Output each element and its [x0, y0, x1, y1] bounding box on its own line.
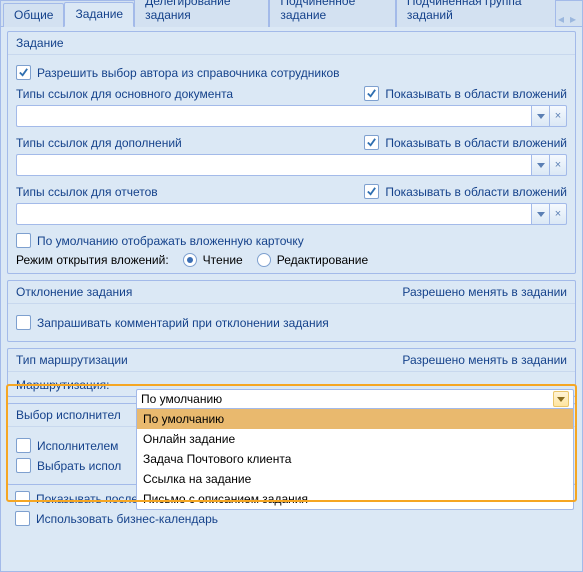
- label-allow-author: Разрешить выбор автора из справочника со…: [37, 66, 340, 80]
- checkbox-show-last-exec[interactable]: [15, 491, 30, 506]
- section-reject-note: Разрешено менять в задании: [402, 285, 567, 299]
- label-by-executor: Исполнителем: [37, 439, 118, 453]
- checkbox-ask-comment[interactable]: [16, 315, 31, 330]
- radio-open-edit[interactable]: [257, 253, 271, 267]
- open-mode-caption: Режим открытия вложений:: [16, 253, 169, 267]
- route-dropdown-list: По умолчанию Онлайн задание Задача Почто…: [136, 409, 574, 510]
- section-reject-title: Отклонение задания: [16, 285, 132, 299]
- route-select-value: По умолчанию: [141, 392, 222, 406]
- label-group1-show: Показывать в области вложений: [385, 136, 567, 150]
- section-task-title: Задание: [16, 36, 64, 50]
- route-option-0[interactable]: По умолчанию: [137, 409, 573, 429]
- section-exec-title: Выбор исполнител: [16, 408, 121, 422]
- route-option-1[interactable]: Онлайн задание: [137, 429, 573, 449]
- chevron-down-icon: [537, 163, 545, 168]
- route-select[interactable]: По умолчанию: [136, 389, 574, 409]
- checkbox-group0-show[interactable]: [364, 86, 379, 101]
- combo-group0[interactable]: [16, 105, 531, 127]
- combo-group2-dropdown-button[interactable]: [531, 203, 549, 225]
- chevron-down-icon: [537, 114, 545, 119]
- label-show-nested-card: По умолчанию отображать вложенную карточ…: [37, 234, 304, 248]
- checkbox-allow-author[interactable]: [16, 65, 31, 80]
- section-route-note: Разрешено менять в задании: [402, 353, 567, 367]
- combo-group2-clear-button[interactable]: ×: [549, 203, 567, 225]
- checkbox-pick-executor[interactable]: [16, 458, 31, 473]
- checkbox-biz-calendar[interactable]: [15, 511, 30, 526]
- combo-group0-clear-button[interactable]: ×: [549, 105, 567, 127]
- check-icon: [366, 137, 377, 148]
- label-open-edit: Редактирование: [277, 253, 368, 267]
- route-field-label: Маршрутизация:: [16, 378, 126, 392]
- chevron-down-icon: [557, 397, 565, 402]
- route-dropdown: По умолчанию По умолчанию Онлайн задание…: [136, 389, 574, 510]
- close-icon: ×: [555, 160, 561, 171]
- label-pick-executor: Выбрать испол: [37, 459, 121, 473]
- combo-group1-clear-button[interactable]: ×: [549, 154, 567, 176]
- combo-group0-dropdown-button[interactable]: [531, 105, 549, 127]
- combo-group1[interactable]: [16, 154, 531, 176]
- section-task: Задание Разрешить выбор автора из справо…: [7, 31, 576, 274]
- check-icon: [366, 88, 377, 99]
- checkbox-by-executor[interactable]: [16, 438, 31, 453]
- chevron-down-icon: [537, 212, 545, 217]
- radio-open-read[interactable]: [183, 253, 197, 267]
- close-icon: ×: [555, 111, 561, 122]
- combo-group2[interactable]: [16, 203, 531, 225]
- group1-title: Типы ссылок для дополнений: [16, 136, 182, 150]
- route-select-button[interactable]: [553, 391, 569, 407]
- route-option-3[interactable]: Ссылка на задание: [137, 469, 573, 489]
- tabs-scroll-right-icon[interactable]: ▸: [568, 12, 578, 26]
- checkbox-show-nested-card[interactable]: [16, 233, 31, 248]
- check-icon: [18, 67, 29, 78]
- tab-task[interactable]: Задание: [64, 2, 134, 27]
- tab-common[interactable]: Общие: [3, 3, 64, 27]
- tab-subgroup[interactable]: Подчиненная группа заданий: [396, 0, 556, 27]
- tab-subtask[interactable]: Подчиненное задание: [269, 0, 396, 27]
- group0-title: Типы ссылок для основного документа: [16, 87, 233, 101]
- check-icon: [366, 186, 377, 197]
- label-group0-show: Показывать в области вложений: [385, 87, 567, 101]
- label-group2-show: Показывать в области вложений: [385, 185, 567, 199]
- label-biz-calendar: Использовать бизнес-календарь: [36, 512, 218, 526]
- route-option-2[interactable]: Задача Почтового клиента: [137, 449, 573, 469]
- combo-group1-dropdown-button[interactable]: [531, 154, 549, 176]
- section-reject: Отклонение задания Разрешено менять в за…: [7, 280, 576, 342]
- label-ask-comment: Запрашивать комментарий при отклонении з…: [37, 316, 329, 330]
- checkbox-group2-show[interactable]: [364, 184, 379, 199]
- section-route-title: Тип маршрутизации: [16, 353, 128, 367]
- group2-title: Типы ссылок для отчетов: [16, 185, 158, 199]
- tabs-scroll-left-icon[interactable]: ◂: [556, 12, 566, 26]
- tab-delegation[interactable]: Делегирование задания: [134, 0, 269, 27]
- tab-bar: Общие Задание Делегирование задания Подч…: [1, 1, 582, 27]
- route-option-4[interactable]: Письмо с описанием задания: [137, 489, 573, 509]
- label-open-read: Чтение: [203, 253, 243, 267]
- checkbox-group1-show[interactable]: [364, 135, 379, 150]
- close-icon: ×: [555, 209, 561, 220]
